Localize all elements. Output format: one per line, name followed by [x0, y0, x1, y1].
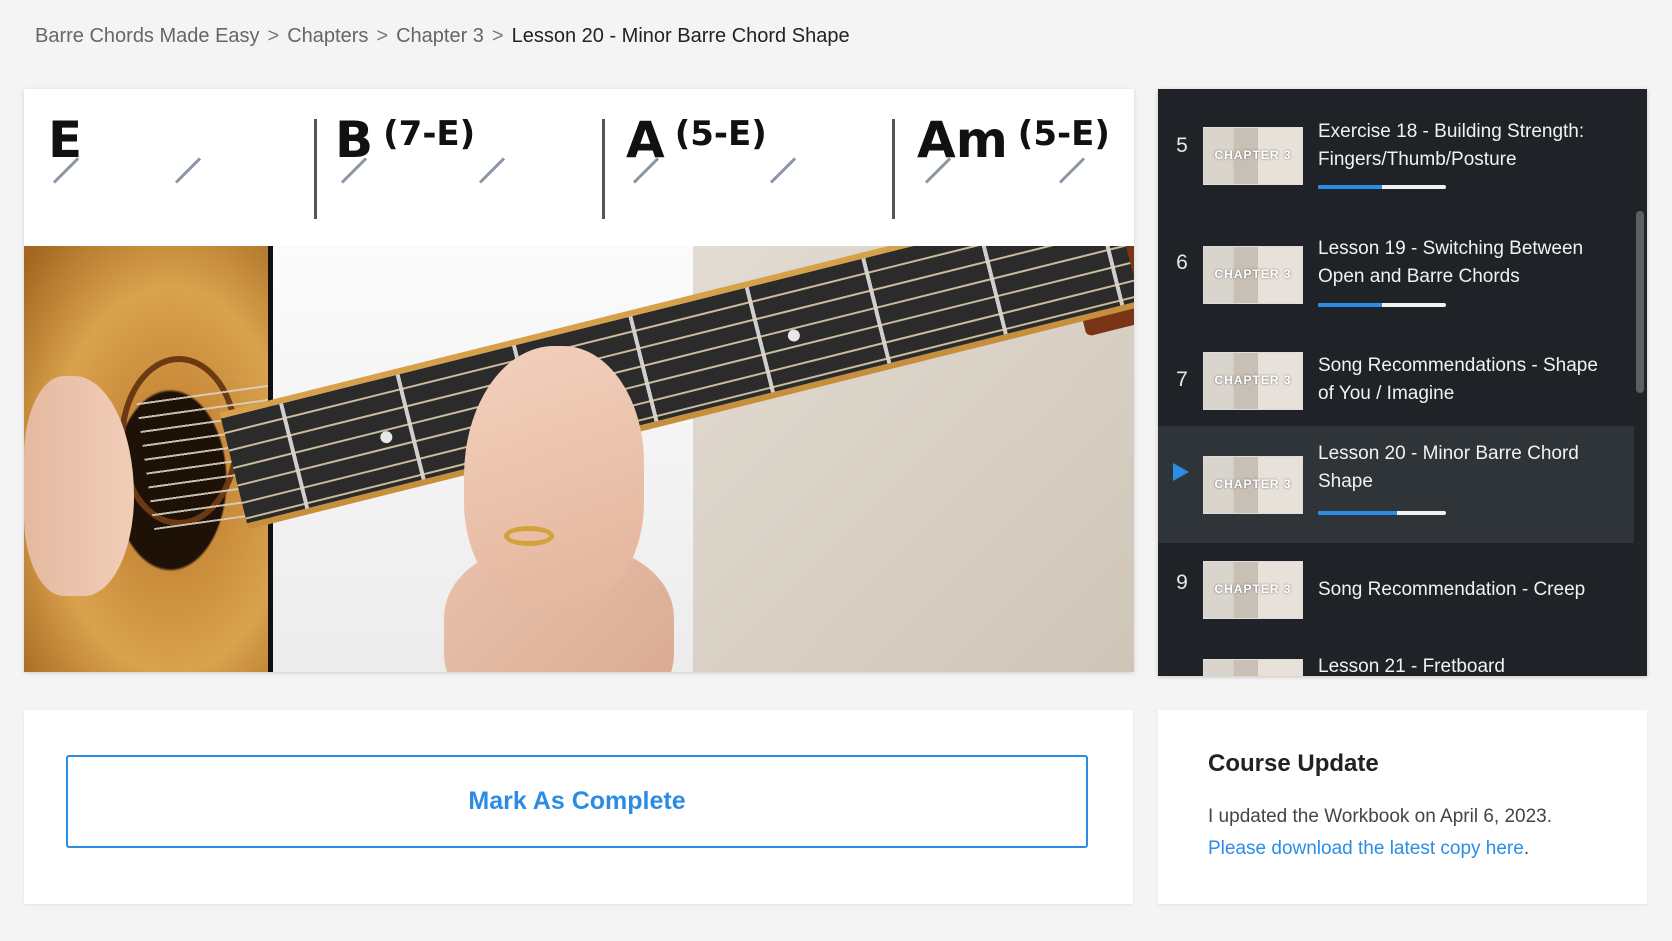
breadcrumb-chapter[interactable]: Chapter 3: [396, 25, 484, 47]
chord-label: Am (5-E): [917, 111, 1110, 221]
chord-divider: [892, 119, 895, 219]
mark-as-complete-button[interactable]: Mark As Complete: [66, 755, 1088, 848]
breadcrumb: Barre Chords Made Easy > Chapters > Chapter …: [35, 25, 850, 48]
breadcrumb-separator: >: [267, 25, 280, 47]
lesson-progress-bar: [1318, 303, 1446, 307]
lesson-thumbnail: CHAPTER 3: [1203, 352, 1303, 410]
now-playing-icon: [1173, 463, 1189, 481]
playlist-scrollbar[interactable]: [1636, 211, 1644, 393]
strum-mark: [769, 157, 797, 184]
lesson-progress-bar: [1318, 511, 1446, 515]
chord-position: (5-E): [674, 114, 767, 154]
fretting-hand: [464, 346, 644, 606]
progress-fill: [1318, 303, 1382, 307]
mark-complete-panel: Mark As Complete: [24, 710, 1133, 904]
chord-position: (7-E): [383, 114, 476, 154]
playlist-item-number: 5: [1176, 134, 1188, 157]
thumbnail-label: CHAPTER 3: [1214, 148, 1292, 162]
lesson-thumbnail: CHAPTER 3: [1203, 561, 1303, 619]
link-suffix: .: [1523, 838, 1530, 859]
breadcrumb-current: Lesson 20 - Minor Barre Chord Shape: [511, 25, 850, 47]
fret-marker: [786, 328, 802, 343]
progress-fill: [1318, 185, 1382, 189]
chord-chart: E B (7-E) A (5-E) Am (5-E): [24, 89, 1134, 246]
thumbnail-label: CHAPTER 3: [1214, 373, 1292, 387]
breadcrumb-course[interactable]: Barre Chords Made Easy: [35, 25, 260, 47]
chord-divider: [314, 119, 317, 219]
progress-fill: [1318, 511, 1398, 515]
breadcrumb-separator: >: [376, 25, 389, 47]
lesson-thumbnail: CHAPTER 3: [1203, 456, 1303, 514]
chord-name: A: [626, 111, 665, 169]
playlist-item-title: Lesson 19 - Switching Between Open and B…: [1318, 238, 1584, 287]
fret-marker: [379, 429, 394, 445]
thumbnail-label: CHAPTER 3: [1214, 267, 1292, 281]
playlist-item[interactable]: 9 CHAPTER 3 Song Recommendation - Creep: [1158, 543, 1634, 660]
lesson-thumbnail: [1203, 659, 1303, 676]
playlist-item-title: Lesson 20 - Minor Barre Chord Shape: [1318, 443, 1579, 492]
playlist-item-number: 9: [1176, 571, 1188, 594]
playlist-item-title: Song Recommendation - Creep: [1318, 579, 1586, 600]
thumbnail-label: CHAPTER 3: [1214, 477, 1292, 491]
playlist-item-title: Song Recommendations - Shape of You / Im…: [1318, 355, 1598, 404]
breadcrumb-chapters[interactable]: Chapters: [287, 25, 368, 47]
strum-mark: [478, 157, 506, 184]
chord-position: (5-E): [1017, 114, 1110, 154]
course-update-text: I updated the Workbook on April 6, 2023.: [1208, 806, 1552, 827]
playlist-item-title: Lesson 21 - Fretboard: [1318, 656, 1505, 676]
course-update-panel: Course Update I updated the Workbook on …: [1158, 710, 1647, 904]
playlist-item-number: 6: [1176, 251, 1188, 274]
lesson-thumbnail: CHAPTER 3: [1203, 246, 1303, 304]
course-update-link-line: Please download the latest copy here.: [1208, 838, 1529, 860]
chord-name: B: [335, 111, 374, 169]
breadcrumb-separator: >: [491, 25, 504, 47]
playlist-item[interactable]: 6 CHAPTER 3 Lesson 19 - Switching Betwee…: [1158, 206, 1634, 323]
video-player[interactable]: E B (7-E) A (5-E) Am (5-E): [24, 89, 1134, 672]
wedding-ring: [504, 526, 554, 546]
lesson-thumbnail: CHAPTER 3: [1203, 127, 1303, 185]
course-update-title: Course Update: [1208, 750, 1379, 777]
chord-divider: [602, 119, 605, 219]
chord-name: Am: [917, 111, 1008, 169]
video-frame[interactable]: [24, 246, 1134, 672]
playlist-item[interactable]: 5 CHAPTER 3 Exercise 18 - Building Stren…: [1158, 89, 1634, 206]
playlist-item[interactable]: Lesson 21 - Fretboard: [1158, 644, 1634, 676]
playlist-item[interactable]: 7 CHAPTER 3 Song Recommendations - Shape…: [1158, 323, 1634, 440]
lesson-playlist[interactable]: 5 CHAPTER 3 Exercise 18 - Building Stren…: [1158, 89, 1647, 676]
download-workbook-link[interactable]: Please download the latest copy here: [1208, 838, 1524, 859]
playlist-item-title: Exercise 18 - Building Strength: Fingers…: [1318, 121, 1585, 170]
thumbnail-label: CHAPTER 3: [1214, 582, 1292, 596]
playlist-item-active[interactable]: CHAPTER 3 Lesson 20 - Minor Barre Chord …: [1158, 426, 1634, 543]
playlist-item-number: 7: [1176, 368, 1188, 391]
lesson-progress-bar: [1318, 185, 1446, 189]
strum-mark: [174, 157, 202, 184]
